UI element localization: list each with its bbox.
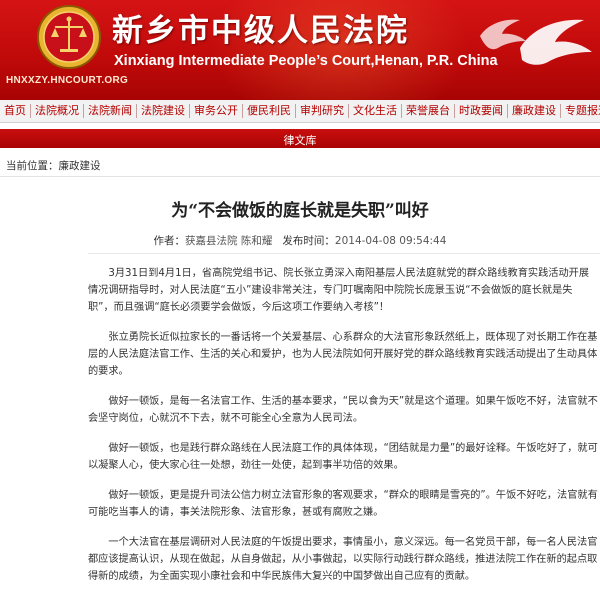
nav-item-politics[interactable]: 时政要闻 bbox=[455, 100, 507, 122]
court-emblem-icon bbox=[37, 5, 101, 69]
nav-item-culture[interactable]: 文化生活 bbox=[349, 100, 401, 122]
nav-item-home[interactable]: 首页 bbox=[0, 100, 30, 122]
site-url: HNXXZY.HNCOURT.ORG bbox=[6, 75, 129, 86]
breadcrumb-current[interactable]: 廉政建设 bbox=[59, 160, 101, 172]
site-header: 新乡市中级人民法院 Xinxiang Intermediate People’s… bbox=[0, 0, 600, 100]
divider bbox=[0, 176, 600, 177]
nav-item-integrity[interactable]: 廉政建设 bbox=[508, 100, 560, 122]
dove-icon bbox=[480, 19, 592, 65]
nav-item-special[interactable]: 专题报道 bbox=[561, 100, 600, 122]
nav-item-construction[interactable]: 法院建设 bbox=[137, 100, 189, 122]
nav-item-openness[interactable]: 审务公开 bbox=[190, 100, 242, 122]
article-paragraph: 3月31日到4月1日，省高院党组书记、院长张立勇深入南阳基层人民法庭就党的群众路… bbox=[88, 268, 590, 313]
nav-item-research[interactable]: 审判研究 bbox=[296, 100, 348, 122]
nav-item-news[interactable]: 法院新闻 bbox=[84, 100, 136, 122]
article-paragraph: 张立勇院长近似拉家长的一番话将一个关爱基层、心系群众的大法官形象跃然纸上，既体现… bbox=[88, 332, 598, 377]
article-paragraph: 做好一顿饭，是每一名法官工作、生活的基本要求，“民以食为天”就是这个道理。如果午… bbox=[88, 396, 598, 424]
article-paragraph: 一个大法官在基层调研对人民法庭的午饭提出要求，事情虽小，意义深远。每一名党员干部… bbox=[88, 537, 598, 582]
article-meta: 作者：获嘉县法院 陈和耀 发布时间：2014-04-08 09:54:44 bbox=[0, 233, 600, 248]
breadcrumb-label: 当前位置： bbox=[6, 160, 59, 172]
main-nav: 首页 法院概况 法院新闻 法院建设 审务公开 便民利民 审判研究 文化生活 荣誉展台 时政要闻 廉政… bbox=[0, 100, 600, 123]
sub-nav-bar: 律文库 bbox=[0, 129, 600, 148]
site-title-cn: 新乡市中级人民法院 bbox=[112, 13, 409, 49]
divider bbox=[88, 253, 600, 254]
nav-item-service[interactable]: 便民利民 bbox=[243, 100, 295, 122]
subnav-law-library-link[interactable]: 律文库 bbox=[284, 134, 317, 147]
breadcrumb: 当前位置：廉政建设 bbox=[6, 158, 101, 173]
article-paragraph: 做好一顿饭，更是提升司法公信力树立法官形象的客观要求，“群众的眼睛是雪亮的”。午… bbox=[88, 490, 598, 518]
author-value: 获嘉县法院 陈和耀 bbox=[185, 235, 273, 247]
date-value: 2014-04-08 09:54:44 bbox=[334, 235, 447, 247]
article-title: 为“不会做饭的庭长就是失职”叫好 bbox=[171, 201, 429, 221]
nav-item-honors[interactable]: 荣誉展台 bbox=[402, 100, 454, 122]
article-paragraph: 做好一顿饭，也是践行群众路线在人民法庭工作的具体体现，“团结就是力量”的最好诠释… bbox=[88, 443, 598, 471]
site-title-en: Xinxiang Intermediate People’s Court,Hen… bbox=[114, 53, 498, 69]
author-label: 作者： bbox=[153, 235, 186, 247]
article-body: 3月31日到4月1日，省高院党组书记、院长张立勇深入南阳基层人民法庭就党的群众路… bbox=[88, 265, 598, 598]
date-label: 发布时间： bbox=[282, 235, 335, 247]
nav-item-overview[interactable]: 法院概况 bbox=[31, 100, 83, 122]
